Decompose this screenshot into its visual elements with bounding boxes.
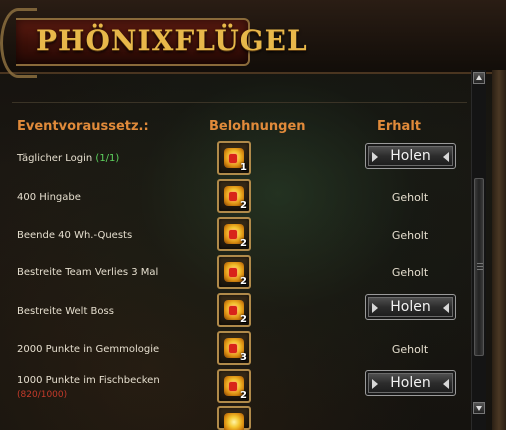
reward-count: 2 bbox=[240, 276, 247, 287]
condition-text: Beende 40 Wh.-Quests bbox=[17, 230, 133, 241]
row-label: 400 Hingabe bbox=[17, 192, 81, 203]
progress-text: (820/1000) bbox=[17, 390, 68, 400]
treasure-chest-icon bbox=[224, 413, 244, 430]
claimed-status: Geholt bbox=[391, 343, 429, 356]
claimed-status: Geholt bbox=[391, 266, 429, 279]
panel-header: PHÖNIXFLÜGEL bbox=[0, 0, 506, 78]
event-panel: PHÖNIXFLÜGEL Eventvoraussetz.: Belohnung… bbox=[0, 0, 506, 430]
row-label: Bestreite Team Verlies 3 Mal bbox=[17, 267, 158, 278]
condition-text: Täglicher Login bbox=[17, 153, 93, 164]
arrow-right-icon bbox=[443, 303, 449, 313]
frame-border bbox=[492, 70, 506, 430]
row-label: 1000 Punkte im Fischbecken bbox=[17, 375, 160, 386]
claim-button[interactable]: Holen bbox=[365, 294, 456, 320]
column-received: Erhalt bbox=[377, 119, 421, 134]
scrollbar[interactable] bbox=[471, 70, 486, 430]
reward-icon-box[interactable]: 2 bbox=[217, 369, 251, 403]
reward-count: 2 bbox=[240, 200, 247, 211]
arrow-up-icon bbox=[476, 75, 482, 80]
claim-button-label: Holen bbox=[390, 375, 431, 391]
grip-line bbox=[477, 266, 483, 267]
gem-icon bbox=[229, 268, 237, 277]
reward-count: 2 bbox=[240, 390, 247, 401]
condition-text: 1000 Punkte im Fischbecken bbox=[17, 375, 160, 386]
gem-icon bbox=[229, 230, 237, 239]
reward-icon-box[interactable]: 2 bbox=[217, 217, 251, 251]
arrow-right-icon bbox=[443, 379, 449, 389]
gem-icon bbox=[229, 154, 237, 163]
claim-button-label: Holen bbox=[390, 148, 431, 164]
reward-icon-box[interactable]: 3 bbox=[217, 331, 251, 365]
column-conditions: Eventvoraussetz.: bbox=[17, 119, 149, 134]
scroll-up-button[interactable] bbox=[473, 72, 485, 84]
gem-icon bbox=[229, 306, 237, 315]
header-divider bbox=[12, 102, 467, 103]
reward-icon-box[interactable]: 2 bbox=[217, 255, 251, 289]
claimed-status: Geholt bbox=[391, 229, 429, 242]
grip-line bbox=[477, 263, 483, 264]
grip-line bbox=[477, 269, 483, 270]
scroll-thumb[interactable] bbox=[474, 178, 484, 356]
reward-count: 1 bbox=[240, 162, 247, 173]
gem-icon bbox=[229, 344, 237, 353]
arrow-down-icon bbox=[476, 406, 482, 411]
arrow-right-icon bbox=[443, 152, 449, 162]
condition-text: Bestreite Team Verlies 3 Mal bbox=[17, 267, 159, 278]
reward-icon-box[interactable]: 1 bbox=[217, 141, 251, 175]
arrow-left-icon bbox=[372, 152, 378, 162]
reward-count: 2 bbox=[240, 314, 247, 325]
reward-icon-box[interactable]: 2 bbox=[217, 179, 251, 213]
condition-text: Bestreite Welt Boss bbox=[17, 306, 114, 317]
condition-text: 400 Hingabe bbox=[17, 192, 81, 203]
column-rewards: Belohnungen bbox=[209, 119, 306, 134]
arrow-left-icon bbox=[372, 303, 378, 313]
gem-icon bbox=[229, 382, 237, 391]
reward-count: 2 bbox=[240, 238, 247, 249]
condition-text: 2000 Punkte in Gemmologie bbox=[17, 344, 160, 355]
claim-button[interactable]: Holen bbox=[365, 370, 456, 396]
scroll-down-button[interactable] bbox=[473, 402, 485, 414]
claimed-status: Geholt bbox=[391, 191, 429, 204]
row-label: 2000 Punkte in Gemmologie bbox=[17, 344, 159, 355]
gem-icon bbox=[229, 192, 237, 201]
claim-button[interactable]: Holen bbox=[365, 143, 456, 169]
claim-button-label: Holen bbox=[390, 299, 431, 315]
arrow-left-icon bbox=[372, 379, 378, 389]
row-label: Bestreite Welt Boss bbox=[17, 306, 114, 317]
panel-title: PHÖNIXFLÜGEL bbox=[36, 24, 308, 57]
reward-count: 3 bbox=[240, 352, 247, 363]
reward-icon-box[interactable] bbox=[217, 406, 251, 430]
row-label: Beende 40 Wh.-Quests bbox=[17, 230, 132, 241]
reward-icon-box[interactable]: 2 bbox=[217, 293, 251, 327]
row-label: Täglicher Login (1/1) bbox=[17, 153, 119, 164]
progress-text: (1/1) bbox=[95, 153, 120, 164]
